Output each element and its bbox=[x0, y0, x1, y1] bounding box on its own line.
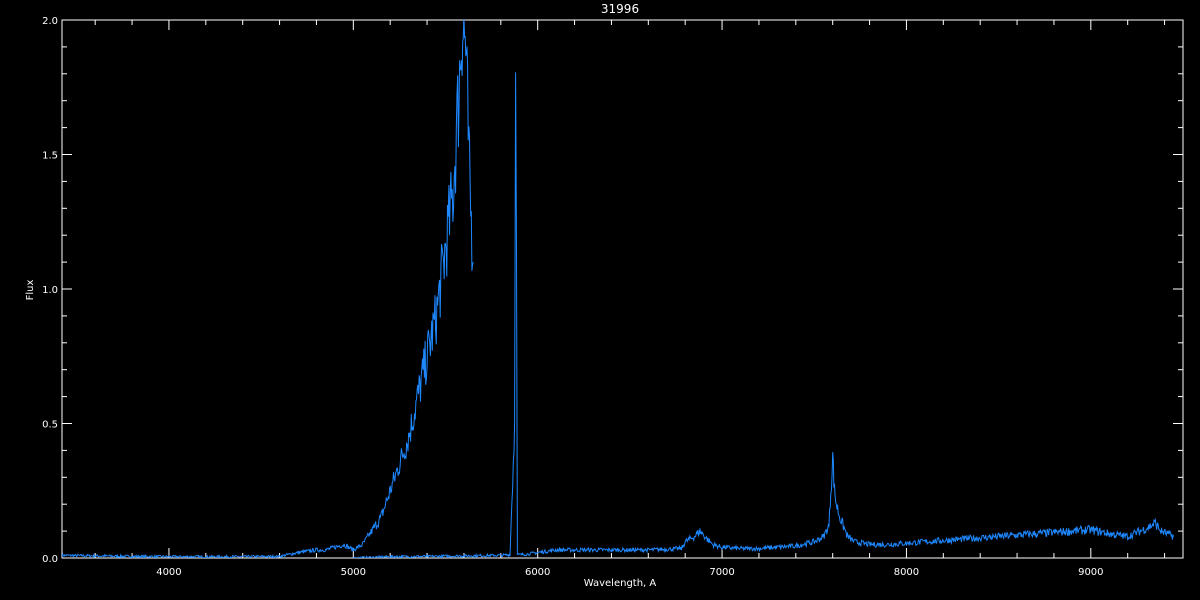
spectrum-chart: 4000 5000 6000 7000 8000 9000 0.0 0.5 1.0 1.5 2.0… bbox=[0, 0, 1200, 600]
x-tick-label: 5000 bbox=[341, 567, 366, 578]
x-tick-label: 4000 bbox=[156, 567, 181, 578]
y-tick-label: 1.5 bbox=[42, 151, 58, 162]
y-tick-label: 1.0 bbox=[42, 285, 58, 296]
y-tick-label: 0.5 bbox=[42, 420, 58, 431]
x-axis-label: Wavelength, A bbox=[584, 578, 657, 589]
x-tick-label: 9000 bbox=[1078, 567, 1103, 578]
y-tick-label: 2.0 bbox=[42, 16, 58, 27]
y-tick-label: 0.0 bbox=[42, 554, 58, 565]
chart-background bbox=[0, 0, 1200, 600]
x-tick-label: 8000 bbox=[894, 567, 919, 578]
y-axis-label: Flux bbox=[25, 280, 36, 301]
x-tick-label: 6000 bbox=[525, 567, 550, 578]
x-tick-label: 7000 bbox=[709, 567, 734, 578]
chart-title: 31996 bbox=[601, 2, 639, 16]
